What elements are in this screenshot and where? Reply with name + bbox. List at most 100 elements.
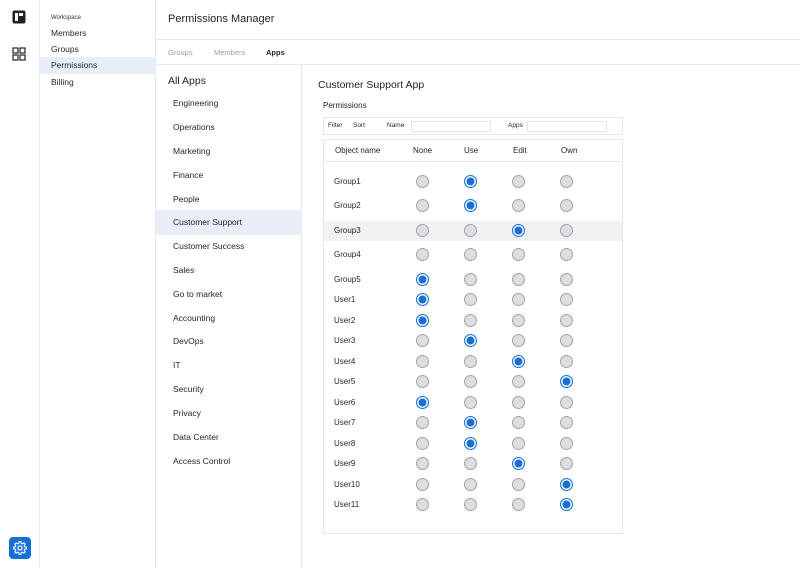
permission-radio-own[interactable] xyxy=(560,248,573,261)
permission-radio-use[interactable] xyxy=(464,498,477,511)
permission-radio-own[interactable] xyxy=(560,334,573,347)
permission-radio-own[interactable] xyxy=(560,396,573,409)
sidebar-item-billing[interactable]: Billing xyxy=(40,74,156,91)
permission-radio-edit[interactable] xyxy=(512,396,525,409)
app-item-customer-success[interactable]: Customer Success xyxy=(156,234,302,259)
permission-radio-edit[interactable] xyxy=(512,293,525,306)
sort-button[interactable]: Sort xyxy=(353,122,365,129)
permission-radio-own[interactable] xyxy=(560,199,573,212)
app-item-data-center[interactable]: Data Center xyxy=(156,425,302,450)
permission-radio-own[interactable] xyxy=(560,498,573,511)
permission-radio-own[interactable] xyxy=(560,175,573,188)
permission-radio-edit[interactable] xyxy=(512,478,525,491)
permission-radio-edit[interactable] xyxy=(512,248,525,261)
app-item-privacy[interactable]: Privacy xyxy=(156,401,302,426)
permission-radio-edit[interactable] xyxy=(512,224,525,237)
permission-radio-own[interactable] xyxy=(560,375,573,388)
object-name: User3 xyxy=(334,336,356,345)
app-item-marketing[interactable]: Marketing xyxy=(156,139,302,164)
permission-radio-none[interactable] xyxy=(416,457,429,470)
permission-radio-none[interactable] xyxy=(416,175,429,188)
permission-radio-use[interactable] xyxy=(464,375,477,388)
permission-radio-use[interactable] xyxy=(464,175,477,188)
permission-radio-edit[interactable] xyxy=(512,457,525,470)
permission-radio-own[interactable] xyxy=(560,273,573,286)
permission-radio-none[interactable] xyxy=(416,293,429,306)
permission-radio-own[interactable] xyxy=(560,457,573,470)
tab-apps[interactable]: Apps xyxy=(266,48,285,57)
permission-radio-edit[interactable] xyxy=(512,498,525,511)
app-item-go-to-market[interactable]: Go to market xyxy=(156,282,302,307)
permission-radio-edit[interactable] xyxy=(512,199,525,212)
apps-grid-icon[interactable] xyxy=(12,47,26,61)
permission-radio-edit[interactable] xyxy=(512,273,525,286)
permission-radio-own[interactable] xyxy=(560,355,573,368)
tab-groups[interactable]: Groups xyxy=(168,48,193,57)
permission-radio-none[interactable] xyxy=(416,355,429,368)
permission-radio-use[interactable] xyxy=(464,457,477,470)
sidebar-item-members[interactable]: Members xyxy=(40,25,156,42)
app-item-devops[interactable]: DevOps xyxy=(156,329,302,354)
app-item-it[interactable]: IT xyxy=(156,353,302,378)
sidebar-item-permissions[interactable]: Permissions xyxy=(40,57,156,74)
permission-radio-none[interactable] xyxy=(416,273,429,286)
permission-radio-none[interactable] xyxy=(416,314,429,327)
app-item-finance[interactable]: Finance xyxy=(156,163,302,188)
app-item-engineering[interactable]: Engineering xyxy=(156,91,302,116)
app-item-people[interactable]: People xyxy=(156,187,302,212)
app-item-customer-support[interactable]: Customer Support xyxy=(156,210,302,235)
permission-radio-use[interactable] xyxy=(464,478,477,491)
app-item-access-control[interactable]: Access Control xyxy=(156,449,302,474)
permission-radio-none[interactable] xyxy=(416,437,429,450)
object-name: Group5 xyxy=(334,275,361,284)
permission-radio-edit[interactable] xyxy=(512,314,525,327)
permission-radio-none[interactable] xyxy=(416,334,429,347)
permission-radio-none[interactable] xyxy=(416,224,429,237)
permission-radio-edit[interactable] xyxy=(512,355,525,368)
permission-radio-use[interactable] xyxy=(464,355,477,368)
permission-radio-own[interactable] xyxy=(560,224,573,237)
tab-members[interactable]: Members xyxy=(214,48,245,57)
permission-radio-use[interactable] xyxy=(464,437,477,450)
app-item-sales[interactable]: Sales xyxy=(156,258,302,283)
app-item-security[interactable]: Security xyxy=(156,377,302,402)
permission-radio-edit[interactable] xyxy=(512,437,525,450)
name-filter-input[interactable] xyxy=(411,121,491,132)
permission-radio-use[interactable] xyxy=(464,293,477,306)
permission-radio-own[interactable] xyxy=(560,314,573,327)
permission-radio-edit[interactable] xyxy=(512,416,525,429)
object-name: Group4 xyxy=(334,250,361,259)
permission-radio-use[interactable] xyxy=(464,199,477,212)
settings-button[interactable] xyxy=(9,537,31,559)
permission-radio-none[interactable] xyxy=(416,375,429,388)
permission-radio-use[interactable] xyxy=(464,314,477,327)
permission-radio-own[interactable] xyxy=(560,293,573,306)
sidebar-item-groups[interactable]: Groups xyxy=(40,41,156,58)
apps-filter-input[interactable] xyxy=(527,121,607,132)
permission-radio-own[interactable] xyxy=(560,478,573,491)
permission-radio-use[interactable] xyxy=(464,273,477,286)
permission-radio-use[interactable] xyxy=(464,224,477,237)
permission-radio-none[interactable] xyxy=(416,396,429,409)
permission-radio-use[interactable] xyxy=(464,416,477,429)
table-row: User10 xyxy=(324,475,622,495)
permission-radio-none[interactable] xyxy=(416,416,429,429)
app-logo-icon[interactable] xyxy=(12,10,26,24)
permission-radio-none[interactable] xyxy=(416,248,429,261)
app-item-operations[interactable]: Operations xyxy=(156,115,302,140)
permission-radio-none[interactable] xyxy=(416,478,429,491)
permission-radio-none[interactable] xyxy=(416,199,429,212)
permission-radio-none[interactable] xyxy=(416,498,429,511)
permission-radio-use[interactable] xyxy=(464,396,477,409)
permission-radio-edit[interactable] xyxy=(512,175,525,188)
object-name: User9 xyxy=(334,459,356,468)
permission-radio-use[interactable] xyxy=(464,248,477,261)
table-row: Group4 xyxy=(324,245,622,265)
filter-button[interactable]: Filter xyxy=(328,122,342,129)
permission-radio-edit[interactable] xyxy=(512,334,525,347)
permission-radio-use[interactable] xyxy=(464,334,477,347)
permission-radio-edit[interactable] xyxy=(512,375,525,388)
permission-radio-own[interactable] xyxy=(560,416,573,429)
app-item-accounting[interactable]: Accounting xyxy=(156,306,302,331)
permission-radio-own[interactable] xyxy=(560,437,573,450)
